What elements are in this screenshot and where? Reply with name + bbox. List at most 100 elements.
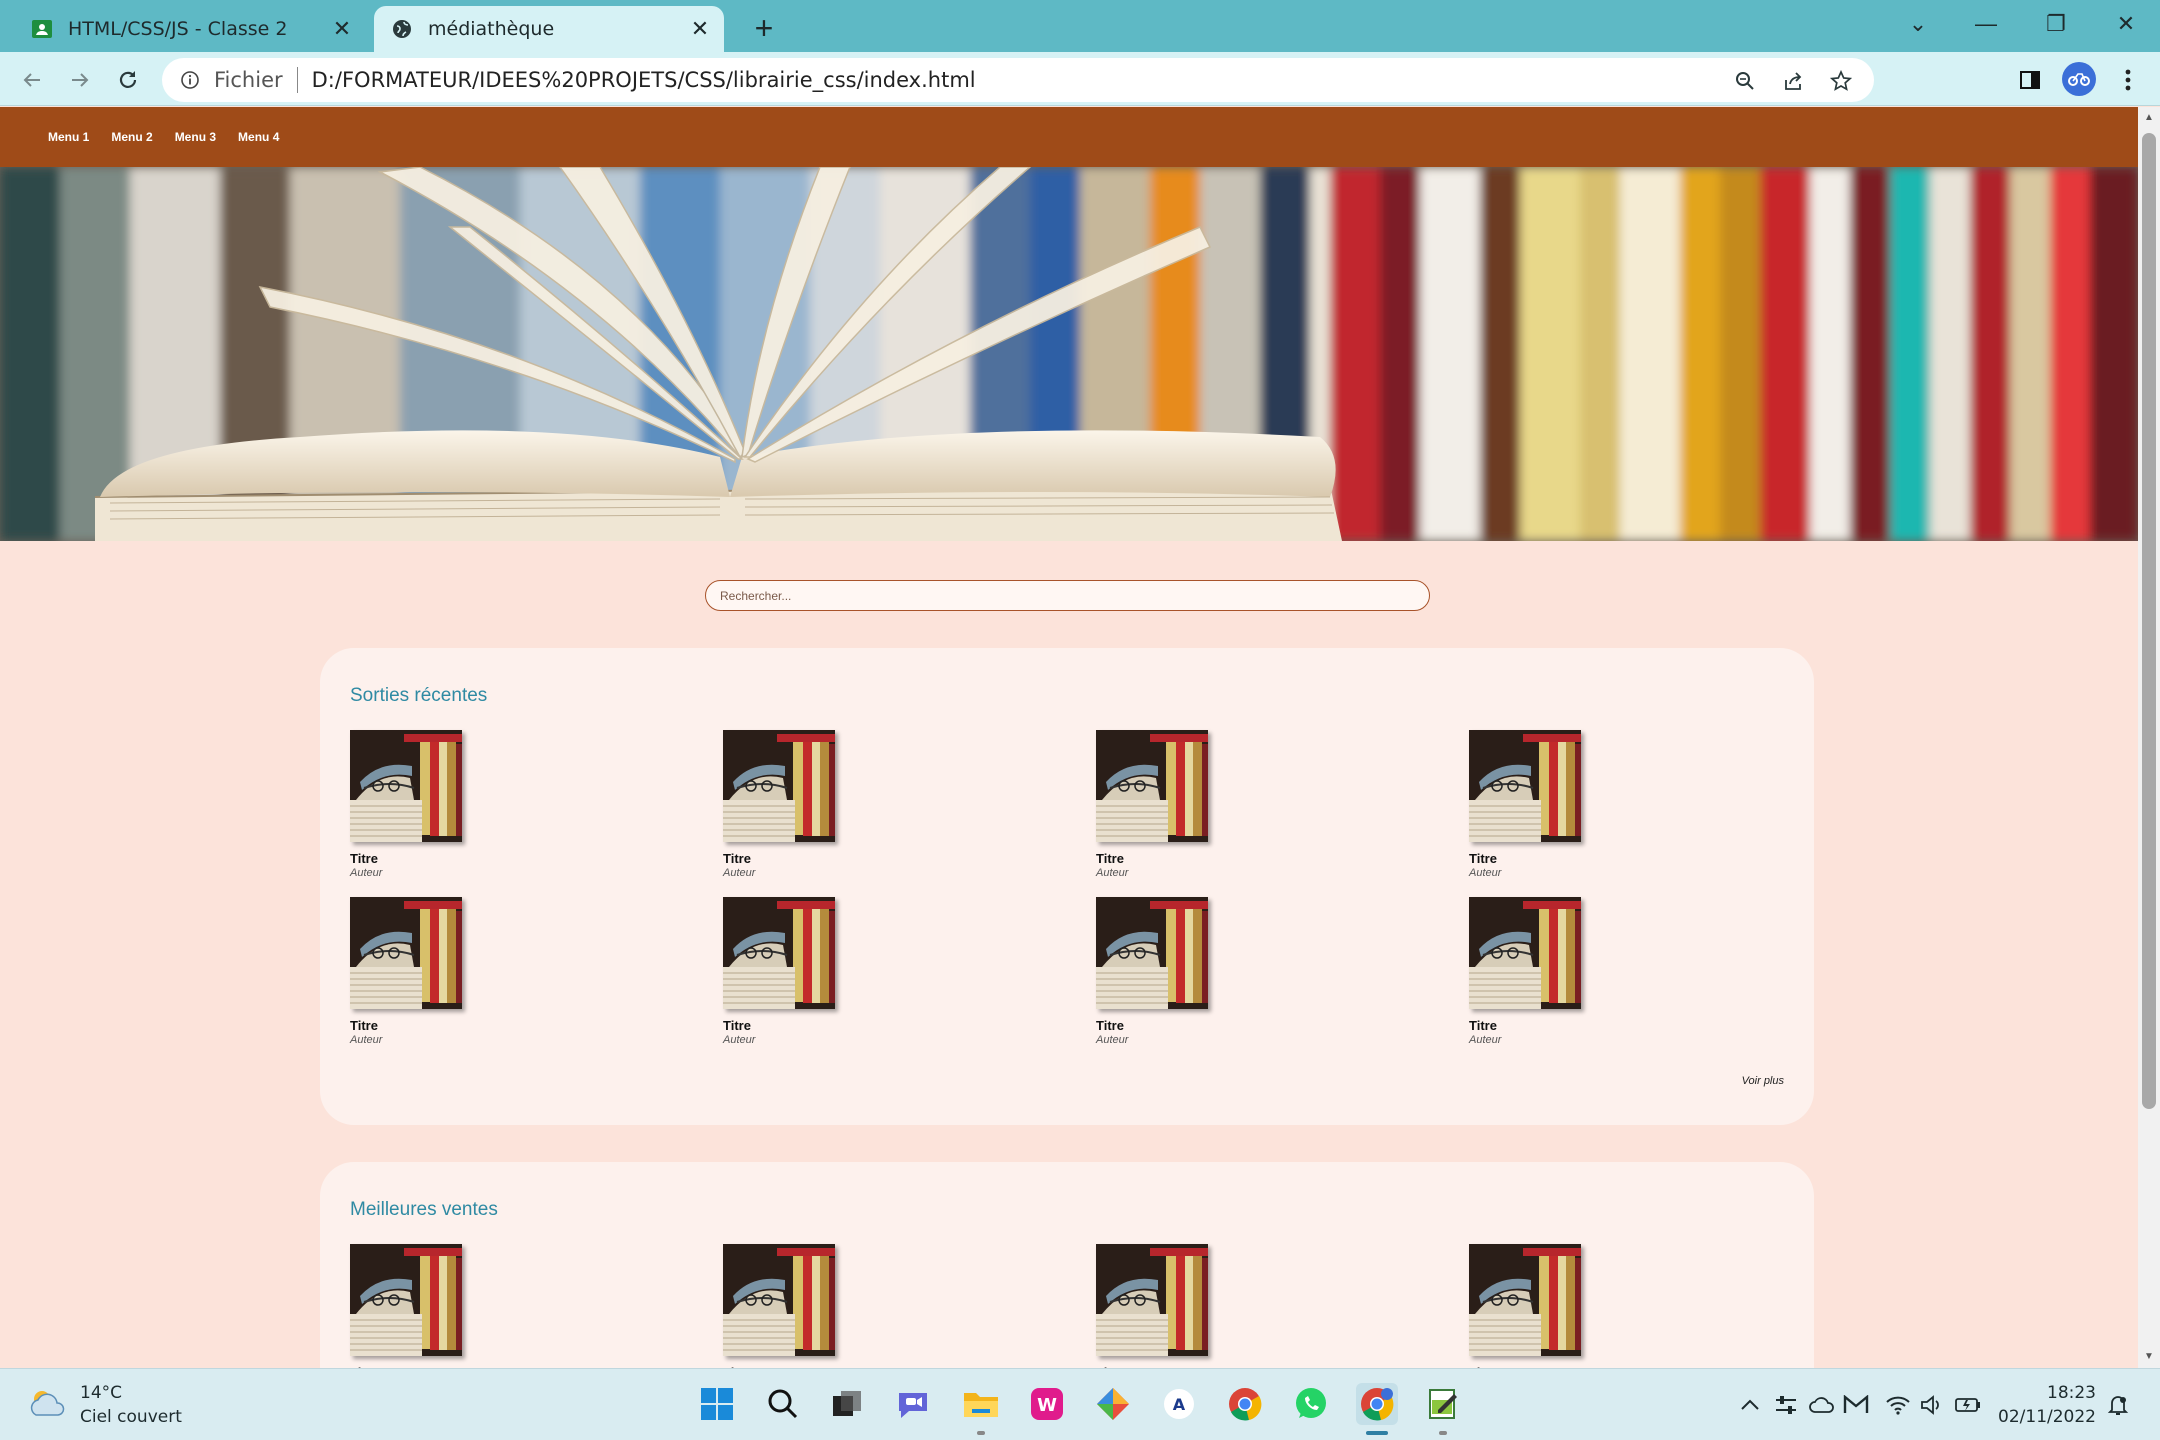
book-title[interactable]: Titre [350,1019,550,1033]
weather-temp: 14°C [80,1383,123,1403]
scrollbar-thumb[interactable] [2142,133,2156,1109]
search-icon[interactable] [762,1383,804,1425]
notification-icon[interactable] [2104,1391,2132,1419]
book-cover-image[interactable] [1096,1244,1208,1356]
book-title[interactable]: Titre [1469,852,1669,866]
book-card[interactable]: TitreAuteur [350,730,550,880]
book-title[interactable]: Titre [1096,1019,1296,1033]
chevron-up-icon[interactable] [1736,1391,1764,1419]
address-scheme-label: Fichier [214,68,283,92]
book-title[interactable]: Titre [1096,852,1296,866]
close-window-icon[interactable]: ✕ [2102,4,2150,44]
browser-toolbar: Fichier D:/FORMATEUR/IDEES%20PROJETS/CSS… [0,52,2160,106]
side-panel-icon[interactable] [2012,62,2048,98]
book-card[interactable]: TitreAuteur [723,1244,923,1368]
nav-menu-1[interactable]: Menu 1 [48,130,89,144]
book-author: Auteur [723,1034,756,1046]
book-card[interactable]: TitreAuteur [1469,897,1669,1047]
tab-search-icon[interactable]: ⌄ [1894,4,1942,44]
task-view-icon[interactable] [826,1383,868,1425]
writer-app-icon[interactable]: A [1158,1383,1200,1425]
volume-icon[interactable] [1918,1391,1946,1419]
close-icon[interactable]: ✕ [686,15,714,43]
tab-classroom[interactable]: HTML/CSS/JS - Classe 2 ✕ [14,6,366,52]
book-cover-image[interactable] [350,1244,462,1356]
close-icon[interactable]: ✕ [328,15,356,43]
book-cover-image[interactable] [1469,1244,1581,1356]
restore-icon[interactable]: ❐ [2032,4,2080,44]
address-bar[interactable]: Fichier D:/FORMATEUR/IDEES%20PROJETS/CSS… [162,58,1874,102]
book-title[interactable]: Titre [350,852,550,866]
forward-icon[interactable] [60,60,100,100]
tab-strip: HTML/CSS/JS - Classe 2 ✕ médiathèque ✕ +… [0,0,2160,52]
gmail-tray-icon[interactable] [1842,1391,1870,1419]
book-card[interactable]: TitreAuteur [1469,730,1669,880]
menu-kebab-icon[interactable] [2110,62,2146,98]
book-card[interactable]: TitreAuteur [723,897,923,1047]
search-input[interactable] [705,580,1430,611]
book-card[interactable]: TitreAuteur [1096,897,1296,1047]
new-tab-icon[interactable]: + [746,10,782,46]
share-icon[interactable] [1778,66,1808,96]
start-icon[interactable] [696,1383,738,1425]
wamp-icon[interactable]: W [1026,1383,1068,1425]
book-title[interactable]: Titre [1469,1019,1669,1033]
tab-mediatheque[interactable]: médiathèque ✕ [374,6,724,52]
book-cover-image[interactable] [1096,730,1208,842]
book-card[interactable]: TitreAuteur [350,897,550,1047]
book-title[interactable]: Titre [723,852,923,866]
wifi-icon[interactable] [1884,1391,1912,1419]
svg-text:W: W [1037,1395,1057,1416]
onedrive-icon[interactable] [1808,1391,1836,1419]
book-cover-image[interactable] [723,1244,835,1356]
book-cover-image[interactable] [350,730,462,842]
book-card[interactable]: TitreAuteur [350,1244,550,1368]
battery-icon[interactable] [1954,1391,1982,1419]
system-clock[interactable]: 18:23 02/11/2022 [1998,1381,2096,1429]
book-card[interactable]: TitreAuteur [1096,730,1296,880]
star-icon[interactable] [1826,66,1856,96]
classroom-icon [30,17,54,41]
profile-avatar[interactable] [2062,62,2096,96]
book-author: Auteur [1096,867,1129,879]
book-title[interactable]: Titre [723,1019,923,1033]
minimize-icon[interactable]: — [1962,4,2010,44]
book-card[interactable]: TitreAuteur [723,730,923,880]
back-icon[interactable] [12,60,52,100]
settings-sliders-icon[interactable] [1772,1391,1800,1419]
chrome-icon[interactable] [1224,1383,1266,1425]
chrome-profile-icon[interactable] [1356,1383,1398,1435]
book-cover-image[interactable] [350,897,462,1009]
zoom-icon[interactable] [1730,66,1760,96]
scroll-up-icon[interactable]: ▲ [2142,111,2156,125]
weather-desc: Ciel couvert [80,1407,182,1427]
page-scrollbar[interactable]: ▲ ▼ [2138,107,2160,1368]
hero-banner-image [0,167,2138,541]
section-recent-releases: Sorties récentes Titre Auteur Titre Auteur T… [320,648,1814,1125]
address-divider [296,67,298,93]
file-explorer-icon[interactable] [960,1383,1002,1435]
whatsapp-icon[interactable] [1290,1383,1332,1425]
weather-widget[interactable]: 14°C Ciel couvert [26,1381,182,1429]
book-cover-image[interactable] [723,730,835,842]
book-author: Auteur [723,867,756,879]
book-card[interactable]: TitreAuteur [1096,1244,1296,1368]
nav-menu-4[interactable]: Menu 4 [238,130,279,144]
scroll-down-icon[interactable]: ▼ [2142,1350,2156,1364]
address-url[interactable]: D:/FORMATEUR/IDEES%20PROJETS/CSS/librair… [312,68,976,92]
book-cover-image[interactable] [1469,730,1581,842]
section-best-sellers: Meilleures ventes TitreAuteur TitreAuteur… [320,1162,1814,1368]
book-cover-image[interactable] [1096,897,1208,1009]
book-cover-image[interactable] [723,897,835,1009]
chat-icon[interactable] [892,1383,934,1425]
notepad-app-icon[interactable] [1422,1383,1464,1435]
book-author: Auteur [1469,1034,1502,1046]
nav-menu-2[interactable]: Menu 2 [111,130,152,144]
info-icon[interactable] [178,68,202,92]
nav-menu-3[interactable]: Menu 3 [175,130,216,144]
dev-tool-icon[interactable] [1092,1383,1134,1425]
book-card[interactable]: TitreAuteur [1469,1244,1669,1368]
see-more-link[interactable]: Voir plus [1742,1075,1784,1087]
book-cover-image[interactable] [1469,897,1581,1009]
reload-icon[interactable] [108,60,148,100]
